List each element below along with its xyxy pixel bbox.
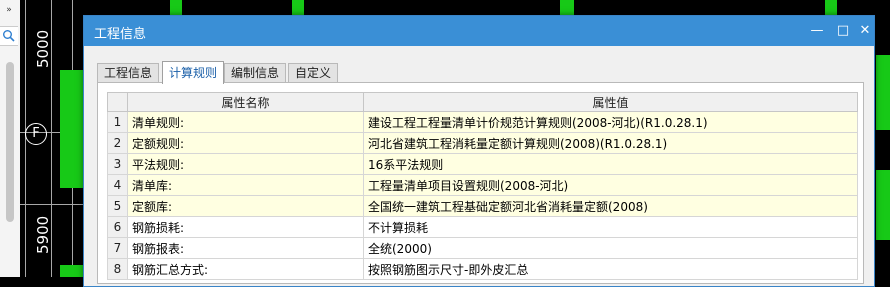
search-field[interactable] bbox=[0, 26, 18, 46]
axis-label: F bbox=[25, 123, 47, 145]
row-number: 8 bbox=[107, 258, 128, 280]
table-row[interactable]: 6 钢筋损耗: 不计算损耗 bbox=[107, 216, 858, 238]
property-name: 定额库: bbox=[127, 195, 364, 217]
side-panel: » bbox=[0, 0, 21, 277]
property-name: 定额规则: bbox=[127, 132, 364, 154]
property-name: 钢筋汇总方式: bbox=[127, 258, 364, 280]
wall-member bbox=[60, 70, 85, 188]
table-row[interactable]: 8 钢筋汇总方式: 按照钢筋图示尺寸-即外皮汇总 bbox=[107, 258, 858, 280]
column-header-value[interactable]: 属性值 bbox=[363, 92, 858, 112]
row-number: 7 bbox=[107, 237, 128, 259]
column-member bbox=[292, 0, 304, 15]
row-number: 4 bbox=[107, 174, 128, 196]
table-row[interactable]: 7 钢筋报表: 全统(2000) bbox=[107, 237, 858, 259]
row-number: 6 bbox=[107, 216, 128, 238]
property-name: 清单规则: bbox=[127, 111, 364, 133]
column-member bbox=[170, 0, 182, 15]
wall-member bbox=[60, 265, 85, 277]
tab-content: 属性名称 属性值 1 清单规则: 建设工程工程量清单计价规范计算规则(2008-… bbox=[97, 82, 864, 284]
tab-project-info[interactable]: 工程信息 bbox=[97, 63, 160, 83]
project-info-dialog: 工程信息 — □ ✕ 工程信息 计算规则 编制信息 自定义 属性名称 属性值 1… bbox=[83, 15, 875, 287]
wall-member bbox=[876, 55, 890, 130]
property-name: 钢筋报表: bbox=[127, 237, 364, 259]
minimize-button[interactable]: — bbox=[804, 16, 830, 46]
dialog-titlebar[interactable]: 工程信息 — □ ✕ bbox=[84, 16, 874, 46]
table-row[interactable]: 3 平法规则: 16系平法规则 bbox=[107, 153, 858, 175]
property-grid: 属性名称 属性值 1 清单规则: 建设工程工程量清单计价规范计算规则(2008-… bbox=[107, 92, 858, 280]
close-button[interactable]: ✕ bbox=[852, 16, 878, 46]
property-name: 清单库: bbox=[127, 174, 364, 196]
row-number: 1 bbox=[107, 111, 128, 133]
property-value[interactable]: 工程量清单项目设置规则(2008-河北) bbox=[363, 174, 858, 196]
property-value[interactable]: 河北省建筑工程消耗量定额计算规则(2008)(R1.0.28.1) bbox=[363, 132, 858, 154]
row-number: 3 bbox=[107, 153, 128, 175]
grid-line bbox=[20, 204, 90, 205]
column-member bbox=[560, 0, 574, 15]
search-icon[interactable] bbox=[2, 29, 16, 43]
table-row[interactable]: 5 定额库: 全国统一建筑工程基础定额河北省消耗量定额(2008) bbox=[107, 195, 858, 217]
wall-member bbox=[876, 170, 890, 240]
table-row[interactable]: 4 清单库: 工程量清单项目设置规则(2008-河北) bbox=[107, 174, 858, 196]
property-value[interactable]: 16系平法规则 bbox=[363, 153, 858, 175]
row-number: 2 bbox=[107, 132, 128, 154]
column-header-name[interactable]: 属性名称 bbox=[127, 92, 364, 112]
dimension-label: 5900 bbox=[34, 215, 52, 254]
property-name: 平法规则: bbox=[127, 153, 364, 175]
dimension-label: 5000 bbox=[34, 29, 52, 68]
tab-custom[interactable]: 自定义 bbox=[288, 63, 339, 83]
tab-calc-rules[interactable]: 计算规则 bbox=[162, 61, 225, 84]
property-value[interactable]: 全国统一建筑工程基础定额河北省消耗量定额(2008) bbox=[363, 195, 858, 217]
row-number-header bbox=[107, 92, 128, 112]
property-value[interactable]: 按照钢筋图示尺寸-即外皮汇总 bbox=[363, 258, 858, 280]
table-row[interactable]: 1 清单规则: 建设工程工程量清单计价规范计算规则(2008-河北)(R1.0.… bbox=[107, 111, 858, 133]
property-value[interactable]: 不计算损耗 bbox=[363, 216, 858, 238]
property-value[interactable]: 全统(2000) bbox=[363, 237, 858, 259]
expand-icon[interactable]: » bbox=[0, 3, 18, 17]
row-number: 5 bbox=[107, 195, 128, 217]
side-scrollbar[interactable] bbox=[6, 62, 14, 222]
table-row[interactable]: 2 定额规则: 河北省建筑工程消耗量定额计算规则(2008)(R1.0.28.1… bbox=[107, 132, 858, 154]
dialog-title: 工程信息 bbox=[94, 27, 147, 42]
column-member bbox=[825, 0, 837, 15]
property-name: 钢筋损耗: bbox=[127, 216, 364, 238]
property-value[interactable]: 建设工程工程量清单计价规范计算规则(2008-河北)(R1.0.28.1) bbox=[363, 111, 858, 133]
tab-compile-info[interactable]: 编制信息 bbox=[224, 63, 287, 83]
